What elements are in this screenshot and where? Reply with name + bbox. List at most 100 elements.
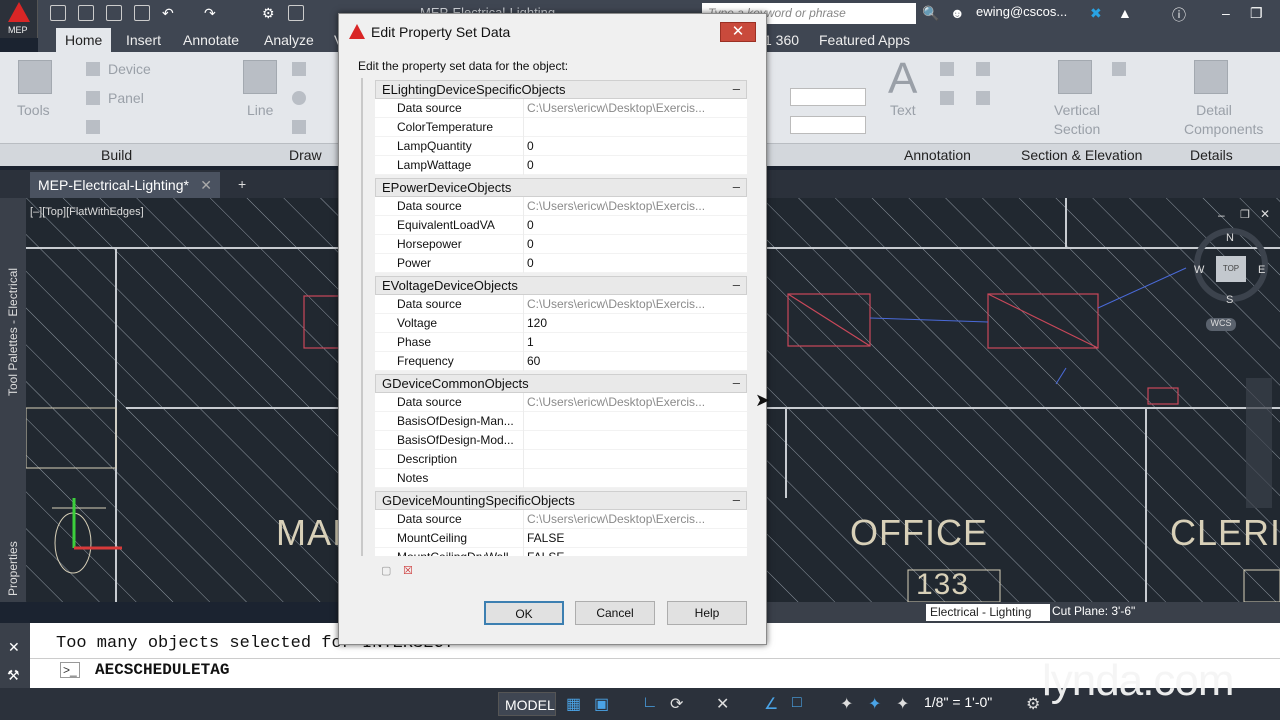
vertical-section-icon[interactable] <box>1058 60 1092 94</box>
tools-icon[interactable] <box>18 60 52 94</box>
property-row[interactable]: LampWattage 0 <box>375 156 747 175</box>
redo-icon[interactable]: ↷ <box>204 5 216 22</box>
dialog-title-bar[interactable]: Edit Property Set Data ✕ <box>339 14 766 50</box>
binoculars-icon[interactable]: 🔍 <box>922 5 939 22</box>
autoscale-icon[interactable]: ✦ <box>868 694 881 714</box>
property-value[interactable]: FALSE <box>527 550 742 556</box>
document-tab[interactable]: MEP-Electrical-Lighting* ✕ <box>30 172 220 198</box>
tool-palettes-tab[interactable]: Tool Palettes - Electrical <box>6 268 20 396</box>
tab-a360[interactable]: 1 360 <box>764 32 799 48</box>
property-row[interactable]: Voltage 120 <box>375 314 747 333</box>
command-prompt-icon[interactable]: >_ <box>60 662 80 678</box>
panel-annotation[interactable]: Annotation <box>904 147 971 163</box>
workspace-switch-icon[interactable]: ⚙ <box>1026 694 1040 714</box>
property-value[interactable]: 0 <box>527 158 742 172</box>
dialog-close-button[interactable]: ✕ <box>720 22 756 42</box>
remove-property-set-icon[interactable]: ☒ <box>403 564 417 578</box>
cut-plane-readout[interactable]: Cut Plane: 3'-6" <box>1052 604 1135 618</box>
properties-qa-icon[interactable] <box>288 5 304 21</box>
property-value[interactable]: 1 <box>527 335 742 349</box>
new-icon[interactable] <box>50 5 66 21</box>
collapse-group-icon[interactable]: – <box>733 375 740 390</box>
rectangle-icon[interactable] <box>292 120 306 134</box>
collapse-group-icon[interactable]: – <box>733 179 740 194</box>
help-icon[interactable]: ⓘ <box>1172 5 1186 25</box>
tab-featured-apps[interactable]: Featured Apps <box>819 32 910 48</box>
property-row[interactable]: Data source C:\Users\ericw\Desktop\Exerci… <box>375 295 747 314</box>
property-row[interactable]: Data source C:\Users\ericw\Desktop\Exerci… <box>375 99 747 118</box>
snap-icon[interactable]: ▣ <box>594 694 609 714</box>
tab-analyze[interactable]: Analyze <box>264 32 314 48</box>
minimize-icon[interactable]: – <box>1222 5 1230 21</box>
tab-annotate[interactable]: Annotate <box>183 32 239 48</box>
user-icon[interactable]: ☻ <box>950 5 965 21</box>
property-row[interactable]: Phase 1 <box>375 333 747 352</box>
open-icon[interactable] <box>78 5 94 21</box>
property-row[interactable]: MountCeilingDryWall FALSE <box>375 548 747 556</box>
leader-icon[interactable] <box>940 91 954 105</box>
isodraft-icon[interactable]: ✕ <box>716 694 729 714</box>
exchange-icon[interactable]: ✖ <box>1090 5 1102 22</box>
line-icon[interactable] <box>243 60 277 94</box>
help-button[interactable]: Help <box>667 601 747 625</box>
customize-command-icon[interactable]: ⚒ <box>7 667 20 684</box>
collapse-group-icon[interactable]: – <box>733 492 740 507</box>
property-row[interactable]: Frequency 60 <box>375 352 747 371</box>
polyline-icon[interactable] <box>292 62 306 76</box>
cable-tray-icon[interactable] <box>86 120 100 134</box>
property-row[interactable]: Data source C:\Users\ericw\Desktop\Exerci… <box>375 393 747 412</box>
device-icon[interactable] <box>86 62 100 76</box>
wcs-menu[interactable]: WCS <box>1206 318 1236 331</box>
text-icon[interactable]: A <box>888 54 917 104</box>
property-row[interactable]: BasisOfDesign-Man... <box>375 412 747 431</box>
property-row[interactable]: BasisOfDesign-Mod... <box>375 431 747 450</box>
polar-icon[interactable]: ⟳ <box>670 694 683 714</box>
panel-icon[interactable] <box>86 91 100 105</box>
panel-label[interactable]: Panel <box>108 90 144 106</box>
property-value[interactable]: 0 <box>527 218 742 232</box>
close-command-icon[interactable]: ✕ <box>8 639 20 656</box>
viewport-restore-icon[interactable]: ❐ <box>1240 208 1250 221</box>
property-row[interactable]: Data source C:\Users\ericw\Desktop\Exerci… <box>375 197 747 216</box>
ok-button[interactable]: OK <box>484 601 564 625</box>
tab-home[interactable]: Home <box>56 28 112 52</box>
property-set-group-header[interactable]: ELightingDeviceSpecificObjects – <box>375 80 747 99</box>
vertical-section-label[interactable]: Vertical Section <box>1052 101 1102 139</box>
property-set-group-header[interactable]: EPowerDeviceObjects – <box>375 178 747 197</box>
panel-section-elevation[interactable]: Section & Elevation <box>1021 147 1142 163</box>
line-label[interactable]: Line <box>247 102 273 118</box>
style-dropdown[interactable] <box>790 116 866 134</box>
keynote-icon[interactable] <box>976 91 990 105</box>
property-set-group-header[interactable]: EVoltageDeviceObjects – <box>375 276 747 295</box>
property-value[interactable]: 0 <box>527 237 742 251</box>
viewport-close-icon[interactable]: ✕ <box>1260 207 1270 221</box>
elevation-icon[interactable] <box>1112 62 1126 76</box>
undo-icon[interactable]: ↶ <box>162 5 174 22</box>
annotation-scale[interactable]: 1/8" = 1'-0" <box>924 694 992 710</box>
collapse-group-icon[interactable]: – <box>733 277 740 292</box>
property-value[interactable]: 120 <box>527 316 742 330</box>
property-row[interactable]: Data source C:\Users\ericw\Desktop\Exerci… <box>375 510 747 529</box>
a360-icon[interactable]: ▲ <box>1118 5 1132 21</box>
save-icon[interactable] <box>106 5 122 21</box>
property-value[interactable]: 0 <box>527 256 742 270</box>
viewcube-south[interactable]: S <box>1226 294 1233 306</box>
navigation-bar[interactable] <box>1246 378 1272 508</box>
property-row[interactable]: EquivalentLoadVA 0 <box>375 216 747 235</box>
properties-tab[interactable]: Properties <box>6 541 20 596</box>
collapse-group-icon[interactable]: – <box>733 81 740 96</box>
close-tab-icon[interactable]: ✕ <box>200 177 212 194</box>
device-label[interactable]: Device <box>108 61 151 77</box>
property-row[interactable]: ColorTemperature <box>375 118 747 137</box>
property-set-group-header[interactable]: GDeviceMountingSpecificObjects – <box>375 491 747 510</box>
property-value[interactable]: 0 <box>527 139 742 153</box>
dimension-icon[interactable] <box>940 62 954 76</box>
property-row[interactable]: Description <box>375 450 747 469</box>
grid-icon[interactable]: ▦ <box>566 694 581 714</box>
property-value[interactable]: FALSE <box>527 531 742 545</box>
property-row[interactable]: MountCeiling FALSE <box>375 529 747 548</box>
text-label[interactable]: Text <box>890 102 916 118</box>
property-set-list[interactable]: ELightingDeviceSpecificObjects – Data sour… <box>361 78 749 556</box>
annotation-visibility-icon[interactable]: ✦ <box>840 694 853 714</box>
property-value[interactable]: 60 <box>527 354 742 368</box>
